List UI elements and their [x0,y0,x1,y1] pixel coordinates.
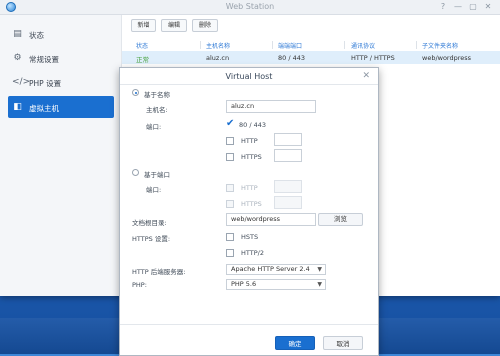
column-header-status[interactable]: 状态 [136,41,148,50]
https-label-2: HTTPS [241,200,262,208]
column-header-port[interactable]: 端端端口 [278,41,302,50]
minimize-icon[interactable]: — [453,2,463,11]
php-select[interactable]: PHP 5.6 ▼ [226,279,326,290]
cancel-button[interactable]: 取消 [323,336,363,350]
divider [120,84,378,85]
checkmark-icon[interactable]: ✔ [226,119,234,129]
hostname-input[interactable]: aluz.cn [226,100,316,113]
column-divider [416,41,417,49]
code-icon: </> [12,77,31,87]
http-checkbox-2[interactable] [226,184,234,192]
title-bar: Web Station ? — ▢ ✕ [0,0,500,15]
sidebar-item-general-settings[interactable]: ⚙ 常规设置 [8,47,114,69]
protocol-cell: HTTP / HTTPS [351,54,395,62]
edit-button[interactable]: 编辑 [161,19,187,32]
port-80-443-label: 80 / 443 [239,121,266,129]
sidebar-item-virtual-host[interactable]: ◧ 虚拟主机 [8,96,114,118]
port-label-2: 端口: [146,186,162,194]
php-value: PHP 5.6 [231,280,257,288]
table-header: 状态 主机名称 端端端口 通讯协议 子文件夹名称 [122,40,500,50]
http-label-2: HTTP [241,184,258,192]
php-label: PHP: [132,281,147,289]
https-checkbox[interactable] [226,153,234,161]
column-divider [344,41,345,49]
sidebar-item-status[interactable]: ▤ 状态 [8,23,114,45]
by-port-radio[interactable] [132,169,139,176]
column-divider [200,41,201,49]
close-icon[interactable]: ✕ [362,71,370,81]
https-checkbox-2[interactable] [226,200,234,208]
create-button[interactable]: 新增 [131,19,156,32]
http-label: HTTP [241,137,258,145]
column-header-hostname[interactable]: 主机名称 [206,41,230,50]
folder-cell: web/wordpress [422,54,472,62]
sidebar-item-label: 虚拟主机 [29,104,59,113]
https-label: HTTPS [241,153,262,161]
column-header-protocol[interactable]: 通讯协议 [351,41,375,50]
backend-server-label: HTTP 后端服务器: [132,268,186,276]
window-title: Web Station [225,2,275,11]
hsts-checkbox[interactable] [226,233,234,241]
http-checkbox[interactable] [226,137,234,145]
by-name-radio[interactable] [132,89,139,96]
chevron-down-icon: ▼ [317,266,322,273]
port-label: 端口: [146,123,162,131]
status-icon: ▤ [13,29,22,39]
sidebar: ▤ 状态 ⚙ 常规设置 </> PHP 设置 ◧ 虚拟主机 [0,15,122,296]
sidebar-item-label: 状态 [29,31,44,40]
document-root-label: 文档根目录: [132,219,167,227]
backend-server-select[interactable]: Apache HTTP Server 2.4 ▼ [226,264,326,275]
column-divider [272,41,273,49]
maximize-icon[interactable]: ▢ [468,2,478,11]
browse-button[interactable]: 浏览 [318,213,363,226]
delete-button[interactable]: 删除 [192,19,218,32]
by-name-label: 基于名称 [144,91,170,99]
status-cell: 正常 [136,56,149,64]
help-icon[interactable]: ? [438,2,448,11]
https-port-input[interactable] [274,149,302,162]
gear-icon: ⚙ [13,53,22,63]
https-port-input-2[interactable] [274,196,302,209]
hostname-label: 主机名: [146,106,168,114]
https-settings-label: HTTPS 设置: [132,235,171,243]
backend-server-value: Apache HTTP Server 2.4 [231,265,310,273]
sidebar-item-label: PHP 设置 [29,79,62,88]
port-cell: 80 / 443 [278,54,305,62]
chevron-down-icon: ▼ [317,281,322,288]
virtual-host-icon: ◧ [13,102,22,112]
close-icon[interactable]: ✕ [483,2,493,11]
table-row[interactable]: 正常 aluz.cn 80 / 443 HTTP / HTTPS web/wor… [122,51,500,64]
hostname-cell: aluz.cn [206,54,230,62]
http2-label: HTTP/2 [241,249,264,257]
column-header-folder[interactable]: 子文件夹名称 [422,41,458,50]
http2-checkbox[interactable] [226,249,234,257]
by-port-label: 基于端口 [144,171,170,179]
sidebar-item-label: 常规设置 [29,55,59,64]
sidebar-item-php-settings[interactable]: </> PHP 设置 [8,71,114,93]
dialog-title: Virtual Host [225,72,273,81]
http-port-input[interactable] [274,133,302,146]
divider [120,324,378,325]
virtual-host-dialog: Virtual Host ✕ 基于名称 主机名: aluz.cn 端口: ✔ 8… [119,67,379,356]
http-port-input-2[interactable] [274,180,302,193]
ok-button[interactable]: 确定 [275,336,315,350]
document-root-input[interactable]: web/wordpress [226,213,316,226]
hsts-label: HSTS [241,233,259,241]
